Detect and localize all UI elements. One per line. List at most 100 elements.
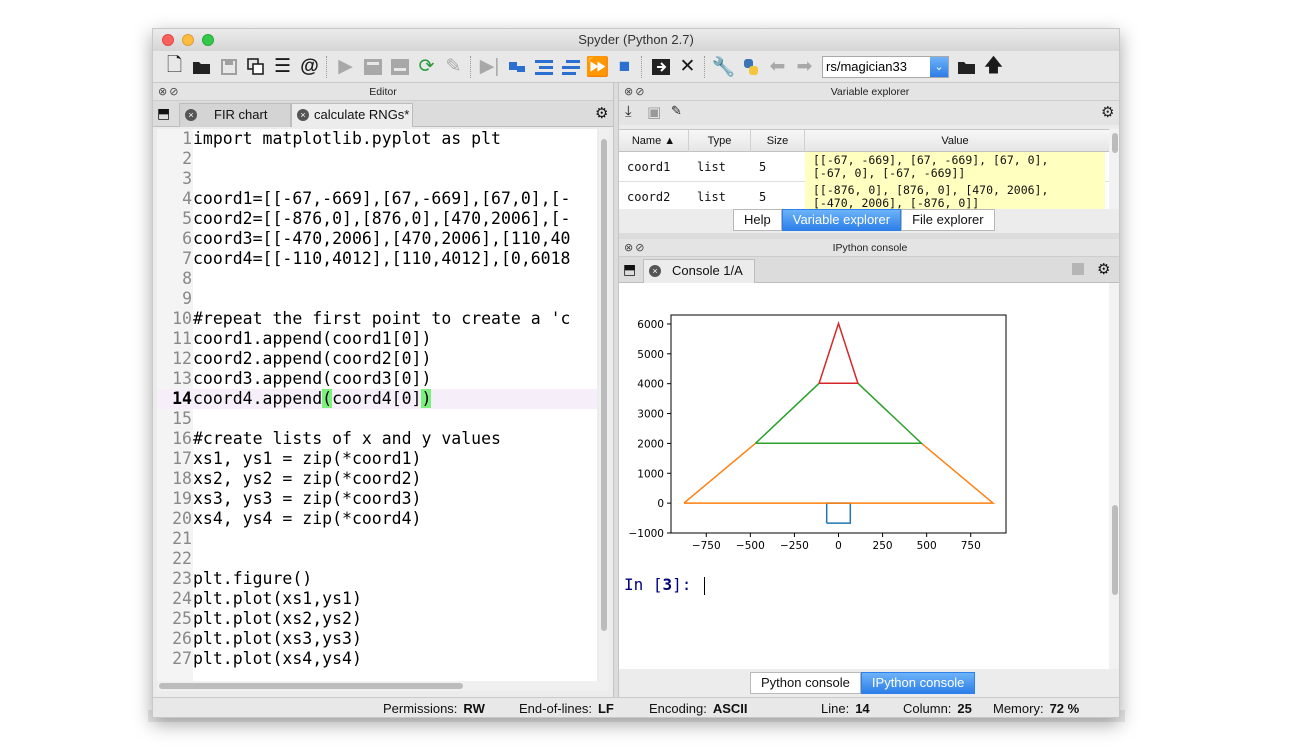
line-number: 18 <box>172 469 192 488</box>
step-into-icon[interactable] <box>530 54 557 80</box>
code-line[interactable]: 10#repeat the first point to create a 'c <box>157 309 597 329</box>
new-file-icon[interactable]: 🗋 <box>161 54 188 80</box>
close-tab-icon[interactable]: × <box>649 265 661 277</box>
forward-arrow-icon[interactable]: ➡ <box>791 54 818 80</box>
tab-python-console[interactable]: Python console <box>750 672 861 694</box>
editor-vertical-scrollbar[interactable] <box>599 129 609 681</box>
remove-all-icon[interactable]: ✎ <box>671 103 682 119</box>
run-cell-icon[interactable] <box>359 54 386 80</box>
code-line[interactable]: 23plt.figure() <box>157 569 597 589</box>
tab-variable-explorer[interactable]: Variable explorer <box>781 209 902 231</box>
working-directory-combobox[interactable]: rs/magician33 ⌄ <box>822 55 949 78</box>
rerun-icon[interactable]: ⟳ <box>413 54 440 80</box>
gear-icon[interactable]: ⚙ <box>1101 103 1114 121</box>
pane-close-undock-icon[interactable]: ⊗⊘ <box>624 83 646 101</box>
tab-ipython-console[interactable]: IPython console <box>860 672 976 694</box>
code-line[interactable]: 14coord4.append(coord4[0]) <box>157 389 597 409</box>
close-window-button[interactable] <box>162 34 174 46</box>
scroll-thumb[interactable] <box>601 139 607 631</box>
code-line[interactable]: 18xs2, ys2 = zip(*coord2) <box>157 469 597 489</box>
code-line[interactable]: 15 <box>157 409 597 429</box>
code-line[interactable]: 3 <box>157 169 597 189</box>
code-line[interactable]: 25plt.plot(xs2,ys2) <box>157 609 597 629</box>
zoom-window-button[interactable] <box>202 34 214 46</box>
gear-icon[interactable]: ⚙ <box>595 104 608 122</box>
column-header-name[interactable]: Name ▲ <box>619 130 689 152</box>
save-all-icon[interactable] <box>242 54 269 80</box>
step-return-icon[interactable] <box>557 54 584 80</box>
code-line[interactable]: 11coord1.append(coord1[0]) <box>157 329 597 349</box>
close-tab-icon[interactable]: × <box>297 109 309 121</box>
code-line[interactable]: 6coord3=[[-470,2006],[470,2006],[110,40 <box>157 229 597 249</box>
import-data-icon[interactable]: ⤓ <box>625 103 632 120</box>
console-scrollbar[interactable] <box>1109 283 1119 669</box>
save-data-icon[interactable]: ▣ <box>647 103 661 121</box>
debug-step-icon[interactable]: ▶| <box>476 54 503 80</box>
debug-icon[interactable] <box>503 54 530 80</box>
code-line[interactable]: 9 <box>157 289 597 309</box>
chevron-down-icon[interactable]: ⌄ <box>930 56 948 77</box>
configure-run-icon[interactable]: ✎ <box>440 54 467 80</box>
table-row[interactable]: coord2 list 5 [[-876, 0], [876, 0], [470… <box>619 182 1119 209</box>
column-header-size[interactable]: Size <box>751 130 805 152</box>
code-line[interactable]: 13coord3.append(coord3[0]) <box>157 369 597 389</box>
variable-table-scrollbar[interactable] <box>1109 129 1119 209</box>
column-header-type[interactable]: Type <box>689 130 751 152</box>
scroll-thumb[interactable] <box>159 683 463 689</box>
code-line[interactable]: 22 <box>157 549 597 569</box>
ipython-console-output[interactable]: −750 −500 −250 0 250 500 750 −1000 0 1000 2000 3000… <box>619 283 1109 669</box>
back-arrow-icon[interactable]: ⬅ <box>764 54 791 80</box>
code-line[interactable]: 4coord1=[[-67,-669],[67,-669],[67,0],[- <box>157 189 597 209</box>
code-line[interactable]: 19xs3, ys3 = zip(*coord3) <box>157 489 597 509</box>
python-path-icon[interactable] <box>737 54 764 80</box>
tab-fir-chart[interactable]: × FIR chart <box>179 103 291 127</box>
code-editor[interactable]: 1import matplotlib.pyplot as plt 2 3 4coord… <box>157 129 597 681</box>
save-icon[interactable] <box>215 54 242 80</box>
code-line[interactable]: 20xs4, ys4 = zip(*coord4) <box>157 509 597 529</box>
table-row[interactable]: coord1 list 5 [[-67, -669], [67, -669], … <box>619 152 1119 182</box>
continue-icon[interactable]: ⏩ <box>584 54 611 80</box>
window-title: Spyder (Python 2.7) <box>578 32 694 47</box>
close-tab-icon[interactable]: × <box>185 109 197 121</box>
editor-horizontal-scrollbar[interactable] <box>157 681 609 691</box>
open-folder-icon[interactable] <box>188 54 215 80</box>
scroll-thumb[interactable] <box>1112 505 1118 595</box>
column-header-value[interactable]: Value <box>805 130 1105 152</box>
browse-directory-icon[interactable] <box>953 54 980 80</box>
browse-tabs-icon[interactable]: ⬒ <box>623 261 636 278</box>
fullscreen-icon[interactable]: ✕ <box>674 54 701 80</box>
code-line[interactable]: 1import matplotlib.pyplot as plt <box>157 129 597 149</box>
code-line[interactable]: 12coord2.append(coord2[0]) <box>157 349 597 369</box>
scroll-thumb[interactable] <box>1112 133 1118 153</box>
run-icon[interactable]: ▶ <box>332 54 359 80</box>
stop-debug-icon[interactable]: ■ <box>611 54 638 80</box>
code-line[interactable]: 7coord4=[[-110,4012],[110,4012],[0,6018 <box>157 249 597 269</box>
line-number: 23 <box>172 569 192 588</box>
run-cell-advance-icon[interactable] <box>386 54 413 80</box>
minimize-window-button[interactable] <box>182 34 194 46</box>
code-line[interactable]: 17xs1, ys1 = zip(*coord1) <box>157 449 597 469</box>
input-prompt[interactable]: In [3]: <box>624 575 706 595</box>
code-line[interactable]: 16#create lists of x and y values <box>157 429 597 449</box>
code-line[interactable]: 2 <box>157 149 597 169</box>
gear-icon[interactable]: ⚙ <box>1097 260 1110 278</box>
code-line[interactable]: 8 <box>157 269 597 289</box>
code-line[interactable]: 24plt.plot(xs1,ys1) <box>157 589 597 609</box>
tab-help[interactable]: Help <box>733 209 782 231</box>
tab-console-1a[interactable]: × Console 1/A <box>643 259 755 283</box>
code-line[interactable]: 5coord2=[[-876,0],[876,0],[470,2006],[- <box>157 209 597 229</box>
code-line[interactable]: 21 <box>157 529 597 549</box>
list-icon[interactable]: ☰ <box>269 54 296 80</box>
code-line[interactable]: 27plt.plot(xs4,ys4) <box>157 649 597 669</box>
preferences-wrench-icon[interactable]: 🔧 <box>710 54 737 80</box>
tab-calculate-rngs[interactable]: × calculate RNGs* <box>291 103 413 127</box>
pane-close-undock-icon[interactable]: ⊗⊘ <box>624 239 646 257</box>
parent-directory-icon[interactable]: 🡅 <box>980 54 1007 80</box>
interrupt-kernel-icon[interactable] <box>1072 263 1084 275</box>
at-icon[interactable]: @ <box>296 54 323 80</box>
tab-file-explorer[interactable]: File explorer <box>901 209 995 231</box>
maximize-pane-icon[interactable] <box>647 54 674 80</box>
browse-tabs-icon[interactable]: ⬒ <box>157 105 170 122</box>
pane-close-undock-icon[interactable]: ⊗⊘ <box>158 83 180 101</box>
code-line[interactable]: 26plt.plot(xs3,ys3) <box>157 629 597 649</box>
